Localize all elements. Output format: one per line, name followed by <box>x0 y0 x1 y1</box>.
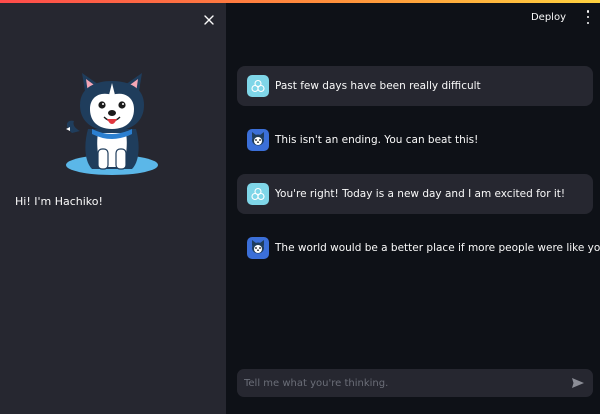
message-text: Past few days have been really difficult <box>275 80 481 92</box>
chat-message-user: You're right! Today is a new day and I a… <box>237 174 593 214</box>
message-text: The world would be a better place if mor… <box>275 242 600 254</box>
send-icon[interactable] <box>571 376 585 390</box>
chat-message-user: Past few days have been really difficult <box>237 66 593 106</box>
close-sidebar-button[interactable] <box>200 11 218 29</box>
chat-input[interactable] <box>237 369 557 397</box>
greeting-text: Hi! I'm Hachiko! <box>15 195 103 208</box>
husky-mascot-icon <box>66 73 158 175</box>
husky-avatar-icon <box>247 237 269 259</box>
message-text: This isn't an ending. You can beat this! <box>275 134 479 146</box>
close-icon <box>204 15 214 25</box>
message-text: You're right! Today is a new day and I a… <box>275 188 566 200</box>
sidebar: Hi! I'm Hachiko! <box>0 3 226 414</box>
kebab-menu-icon <box>586 10 590 24</box>
chat-message-assistant: The world would be a better place if mor… <box>237 228 600 268</box>
main-area: Deploy Past few days have been really di… <box>226 3 600 414</box>
main-menu-button[interactable] <box>584 10 592 24</box>
chat-input-container <box>237 369 593 397</box>
user-avatar-icon <box>247 75 269 97</box>
user-avatar-icon <box>247 183 269 205</box>
husky-avatar-icon <box>247 129 269 151</box>
deploy-button[interactable]: Deploy <box>527 10 570 25</box>
chat-message-assistant: This isn't an ending. You can beat this! <box>237 120 593 160</box>
